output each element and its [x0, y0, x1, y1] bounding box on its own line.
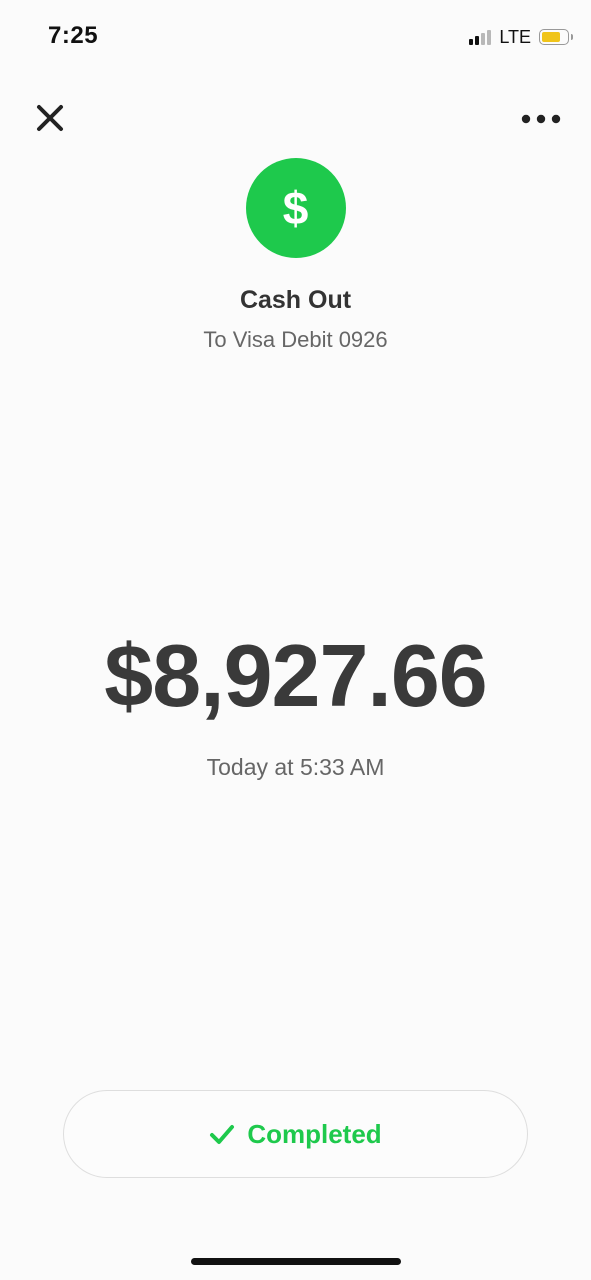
transaction-header: $ Cash Out To Visa Debit 0926	[0, 158, 591, 353]
transaction-detail-screen: 7:25 LTE $ Cash Out To Visa Debit 0926 $…	[0, 0, 591, 1280]
signal-icon	[469, 29, 492, 45]
amount-block: $8,927.66 Today at 5:33 AM	[0, 632, 591, 781]
transaction-amount: $8,927.66	[104, 626, 488, 725]
transaction-title: Cash Out	[239, 286, 352, 314]
close-icon	[37, 105, 63, 131]
status-indicators: LTE	[469, 26, 573, 48]
dollar-sign-icon: $	[245, 158, 346, 258]
status-bar: 7:25 LTE	[0, 0, 591, 70]
network-type: LTE	[499, 26, 531, 47]
more-options-button[interactable]	[519, 104, 563, 134]
close-button[interactable]	[30, 98, 70, 138]
transaction-destination: To Visa Debit 0926	[203, 327, 388, 352]
checkmark-icon	[210, 1125, 235, 1144]
status-label: Completed	[247, 1118, 382, 1149]
transaction-timestamp: Today at 5:33 AM	[206, 754, 385, 780]
status-time: 7:25	[48, 22, 99, 49]
battery-icon	[539, 29, 573, 45]
ellipsis-icon	[521, 114, 561, 124]
status-badge: Completed	[63, 1090, 528, 1178]
logo-glyph: $	[282, 182, 309, 234]
home-indicator[interactable]	[191, 1258, 401, 1265]
